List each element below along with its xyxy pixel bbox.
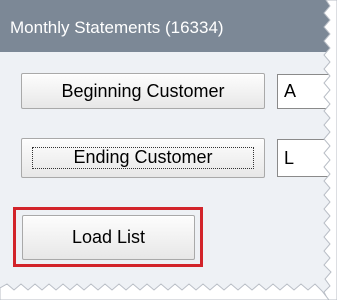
torn-right-edge [323, 0, 337, 300]
torn-edge-overlay [0, 0, 337, 300]
torn-bottom-edge [0, 283, 330, 300]
